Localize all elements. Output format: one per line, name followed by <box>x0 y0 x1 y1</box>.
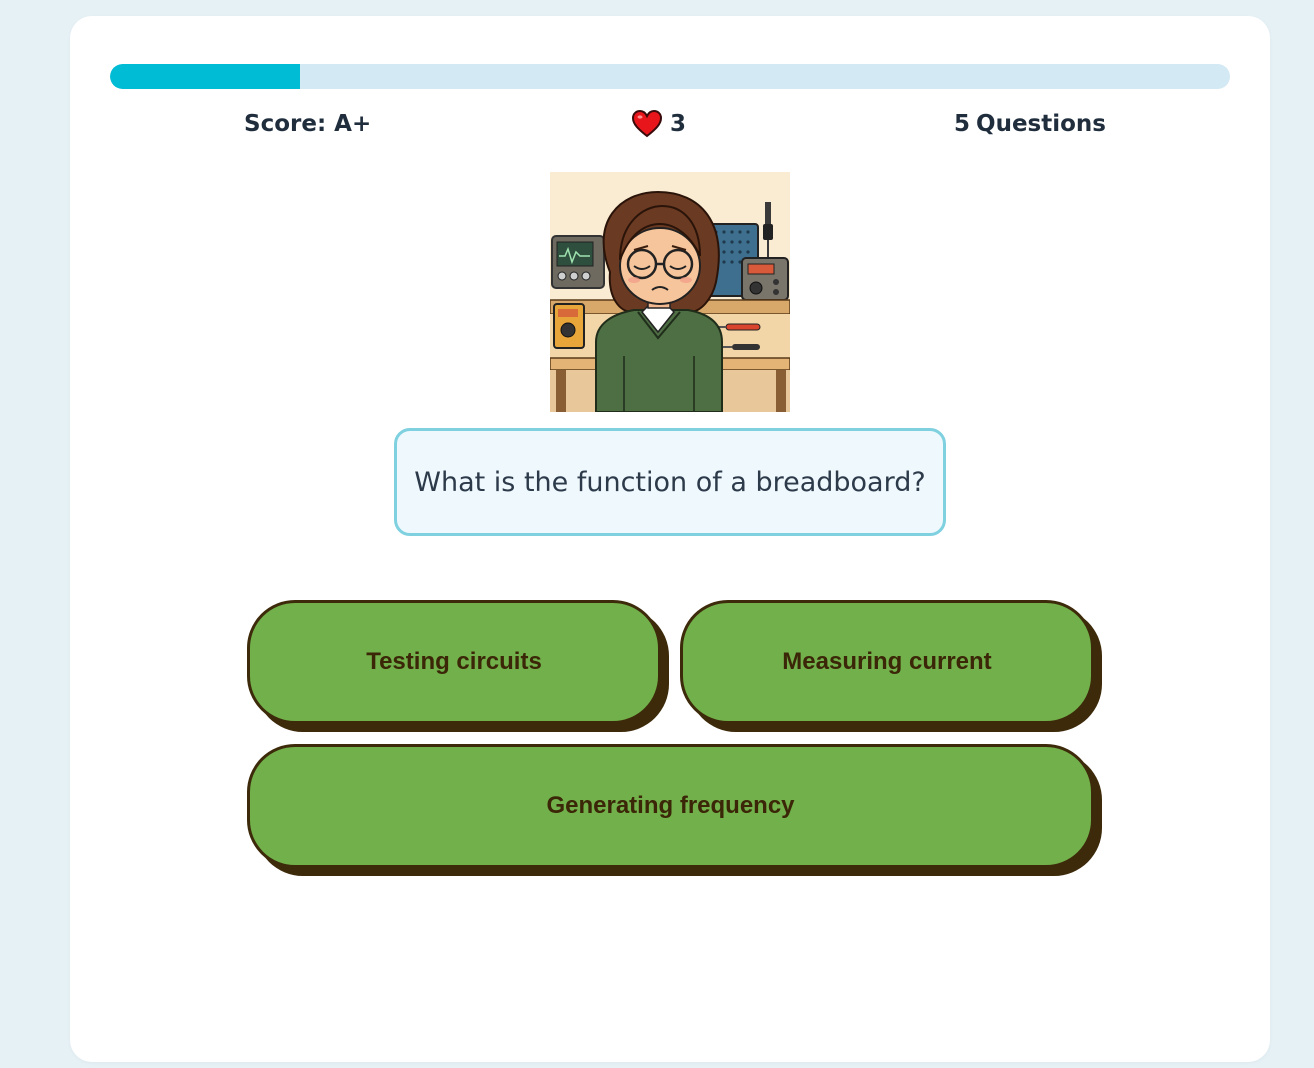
quiz-card: Score: A+ 3 5 Questions What is the func… <box>70 16 1270 1062</box>
question-box: What is the function of a breadboard? <box>394 428 946 536</box>
question-count-label: Questions <box>976 111 1106 137</box>
score-value: A+ <box>334 111 372 137</box>
question-count-display: 5 Questions <box>954 109 1106 139</box>
progress-bar-fill <box>110 64 301 89</box>
score-label: Score: <box>244 111 327 137</box>
question-count: 5 <box>954 111 971 137</box>
heart-icon <box>632 110 662 138</box>
progress-bar <box>110 64 1230 89</box>
question-text: What is the function of a breadboard? <box>414 466 926 498</box>
answer-button-measuring-current[interactable]: Measuring current <box>680 600 1094 724</box>
lives-count: 3 <box>670 111 687 137</box>
answer-button-generating-frequency[interactable]: Generating frequency <box>247 744 1094 868</box>
answer-button-testing-circuits[interactable]: Testing circuits <box>247 600 661 724</box>
lives-display: 3 <box>632 109 686 139</box>
score-display: Score: A+ <box>244 109 371 139</box>
character-portrait <box>550 172 790 412</box>
